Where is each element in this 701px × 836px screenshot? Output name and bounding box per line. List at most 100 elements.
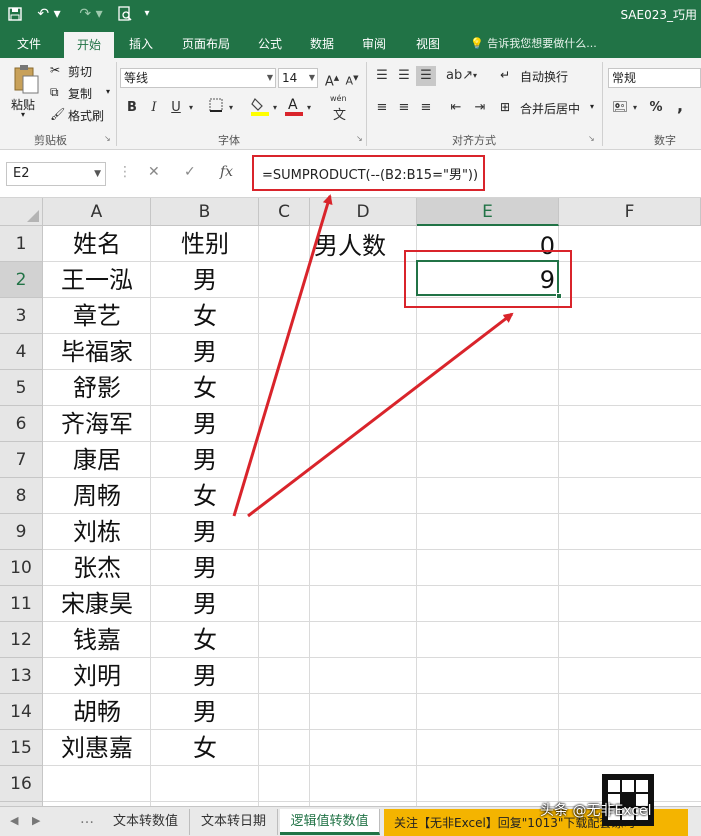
chevron-down-icon[interactable]: ▾ [270,98,280,118]
sheet-tab-text-to-number[interactable]: 文本转数值 [102,809,190,835]
row-header-11[interactable]: 11 [0,586,43,622]
cell-b14[interactable]: 男 [151,695,259,729]
fill-color-icon[interactable] [250,96,270,116]
cell-b15[interactable]: 女 [151,731,259,765]
number-format-select[interactable]: 常规 [608,68,701,88]
row-header-16[interactable]: 16 [0,766,43,802]
row-header-4[interactable]: 4 [0,334,43,370]
cut-button[interactable]: ✂ 剪切 [50,62,120,80]
orientation-icon[interactable]: ab↗ [446,66,473,86]
customize-quick-access-icon[interactable]: ▾ [140,3,154,25]
cell-d1[interactable]: 男人数 [314,228,414,264]
italic-button[interactable]: I [144,98,164,118]
currency-icon[interactable]: 🖭 [610,98,630,118]
increase-indent-icon[interactable]: ⇥ [470,98,490,118]
underline-button[interactable]: U [166,98,186,118]
tab-page-layout[interactable]: 页面布局 [172,30,240,58]
column-header-f[interactable]: F [559,198,701,226]
align-center-icon[interactable]: ≡ [394,98,414,118]
tab-view[interactable]: 视图 [408,30,448,58]
cell-b5[interactable]: 女 [151,371,259,405]
cell-b4[interactable]: 男 [151,335,259,369]
cell-a8[interactable]: 周畅 [43,479,151,513]
cell-a11[interactable]: 宋康昊 [43,587,151,621]
align-top-icon[interactable]: ☰ [372,66,392,86]
cell-b12[interactable]: 女 [151,623,259,657]
cell-a2[interactable]: 王一泓 [43,263,151,297]
dialog-launcher-icon[interactable]: ↘ [356,134,363,143]
cell-b6[interactable]: 男 [151,407,259,441]
row-header-5[interactable]: 5 [0,370,43,406]
wrap-text-button[interactable]: ↵ 自动换行 [500,66,600,86]
row-header-2[interactable]: 2 [0,262,43,298]
row-header-9[interactable]: 9 [0,514,43,550]
name-box[interactable]: E2 ▼ [6,162,106,186]
chevron-down-icon[interactable]: ▾ [186,98,196,118]
cell-b1[interactable]: 性别 [151,227,259,261]
chevron-down-icon[interactable]: ▾ [226,98,236,118]
copy-button[interactable]: ⧉ 复制 ▾ [50,84,120,102]
column-header-d[interactable]: D [310,198,417,226]
format-painter-button[interactable]: 🖌 格式刷 [50,106,120,124]
print-preview-icon[interactable] [114,3,136,25]
tab-insert[interactable]: 插入 [118,30,164,58]
row-header-10[interactable]: 10 [0,550,43,586]
row-header-14[interactable]: 14 [0,694,43,730]
insert-function-icon[interactable]: fx [220,164,233,180]
chevron-down-icon[interactable]: ▾ [304,98,314,118]
phonetic-guide-icon[interactable]: wén 文 [330,94,352,123]
column-header-c[interactable]: C [259,198,310,226]
column-header-b[interactable]: B [151,198,259,226]
cell-b11[interactable]: 男 [151,587,259,621]
tell-me-box[interactable]: 💡 告诉我您想要做什么... [470,30,597,58]
select-all-corner[interactable] [0,198,43,226]
row-header-7[interactable]: 7 [0,442,43,478]
align-middle-icon[interactable]: ☰ [394,66,414,86]
cell-a14[interactable]: 胡畅 [43,695,151,729]
dialog-launcher-icon[interactable]: ↘ [104,134,111,143]
tab-review[interactable]: 审阅 [354,30,394,58]
cell-b2[interactable]: 男 [151,263,259,297]
row-header-12[interactable]: 12 [0,622,43,658]
align-bottom-icon[interactable]: ☰ [416,66,436,86]
align-right-icon[interactable]: ≡ [416,98,436,118]
align-left-icon[interactable]: ≡ [372,98,392,118]
decrease-indent-icon[interactable]: ⇤ [446,98,466,118]
row-header-8[interactable]: 8 [0,478,43,514]
chevron-down-icon[interactable]: ▾ [630,98,640,118]
redo-icon[interactable]: ↷ ▾ [76,3,106,25]
cell-a1[interactable]: 姓名 [43,227,151,261]
cell-a3[interactable]: 章艺 [43,299,151,333]
cell-b9[interactable]: 男 [151,515,259,549]
scroll-left-icon[interactable]: ◀ [10,814,18,827]
more-sheets-icon[interactable]: … [80,811,94,827]
enter-check-icon[interactable]: ✓ [184,164,196,180]
tab-file[interactable]: 文件 [6,30,52,58]
cell-b13[interactable]: 男 [151,659,259,693]
bold-button[interactable]: B [122,98,142,118]
decrease-font-size-icon[interactable]: A▼ [342,68,362,88]
comma-style-button[interactable]: , [670,96,690,116]
merge-center-button[interactable]: ⊞ 合并后居中 ▾ [500,98,600,118]
font-name-select[interactable]: 等线 ▼ [120,68,276,88]
row-header-3[interactable]: 3 [0,298,43,334]
cell-a9[interactable]: 刘栋 [43,515,151,549]
cell-a15[interactable]: 刘惠嘉 [43,731,151,765]
row-header-1[interactable]: 1 [0,226,43,262]
font-size-select[interactable]: 14 ▼ [278,68,318,88]
paste-button[interactable]: 粘贴 ▾ [8,64,44,122]
cell-b8[interactable]: 女 [151,479,259,513]
cell-a12[interactable]: 钱嘉 [43,623,151,657]
percent-button[interactable]: % [646,98,666,118]
cell-a5[interactable]: 舒影 [43,371,151,405]
cell-b7[interactable]: 男 [151,443,259,477]
chevron-down-icon[interactable]: ▾ [470,66,480,86]
cell-b10[interactable]: 男 [151,551,259,585]
cancel-icon[interactable]: ✕ [148,164,160,180]
cell-a4[interactable]: 毕福家 [43,335,151,369]
tab-home[interactable]: 开始 [64,32,114,58]
tab-data[interactable]: 数据 [302,30,342,58]
save-icon[interactable] [4,3,26,25]
increase-font-size-icon[interactable]: A▲ [322,68,342,89]
sheet-tab-text-to-date[interactable]: 文本转日期 [190,809,278,835]
